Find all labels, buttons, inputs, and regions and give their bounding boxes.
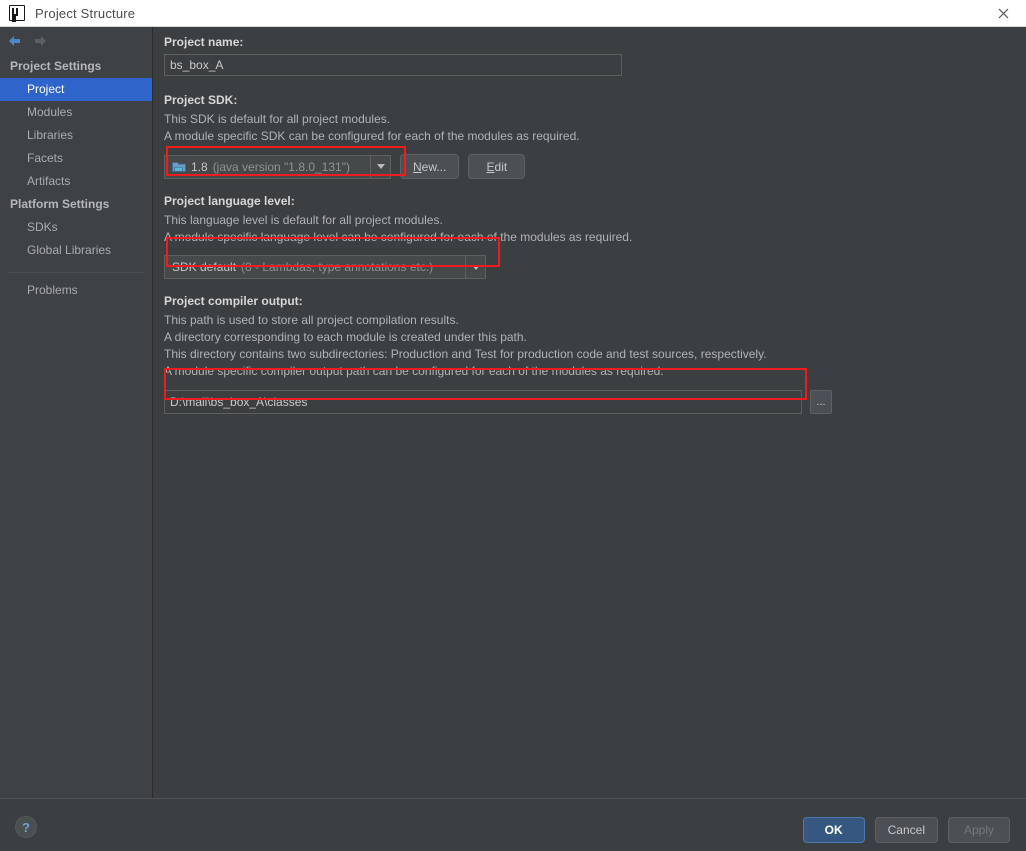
window-title: Project Structure	[35, 5, 136, 21]
project-sdk-desc-2: A module specific SDK can be configured …	[164, 129, 580, 143]
window-title-bar: Project Structure	[0, 0, 1026, 27]
browse-ellipsis-icon: ...	[816, 396, 826, 408]
sidebar-item-problems[interactable]: Problems	[0, 279, 152, 302]
new-sdk-button-mnemonic: N	[413, 159, 422, 174]
compiler-output-desc-4: A module specific compiler output path c…	[164, 364, 664, 378]
sidebar-item-global-libraries[interactable]: Global Libraries	[0, 239, 152, 262]
project-name-group: Project name:	[154, 34, 1026, 76]
sdk-folder-icon	[172, 161, 186, 172]
compiler-output-desc-3: This directory contains two subdirectori…	[164, 347, 767, 361]
project-sdk-label: Project SDK:	[164, 93, 238, 107]
chevron-down-icon	[376, 164, 385, 169]
edit-sdk-button-label: dit	[494, 159, 508, 174]
close-button[interactable]	[981, 0, 1026, 26]
sidebar-divider	[8, 272, 144, 273]
language-level-value: SDK default	[172, 260, 237, 274]
dialog-footer: ? OK Cancel Apply	[0, 798, 1026, 851]
project-sdk-combo-arrow[interactable]	[370, 155, 390, 178]
project-settings-panel: Project name: Project SDK: This SDK is d…	[154, 27, 1026, 798]
edit-sdk-button[interactable]: Edit	[468, 154, 526, 179]
dialog-action-buttons: OK Cancel Apply	[802, 817, 1010, 843]
compiler-output-desc-1: This path is used to store all project c…	[164, 313, 459, 327]
compiler-output-input[interactable]	[164, 390, 802, 414]
compiler-output-desc-2: A directory corresponding to each module…	[164, 330, 527, 344]
apply-button: Apply	[948, 817, 1010, 843]
project-name-input[interactable]	[164, 54, 622, 76]
arrow-back-icon[interactable]	[7, 34, 22, 48]
arrow-forward-icon	[35, 36, 46, 46]
language-level-group: Project language level: This language le…	[154, 193, 1026, 279]
chevron-down-icon	[471, 264, 480, 270]
close-icon	[998, 8, 1009, 18]
language-level-combo-value: SDK default (8 - Lambdas, type annotatio…	[165, 260, 465, 274]
edit-sdk-button-mnemonic: E	[486, 159, 495, 174]
navigation-arrows	[0, 27, 152, 55]
cancel-button[interactable]: Cancel	[874, 817, 938, 843]
compiler-output-group: Project compiler output: This path is us…	[154, 293, 1026, 414]
sidebar-item-libraries[interactable]: Libraries	[0, 124, 152, 147]
sidebar-item-project[interactable]: Project	[0, 78, 152, 101]
project-sdk-row: 1.8 (java version "1.8.0_131") New... Ed…	[164, 154, 1026, 179]
compiler-output-row: ...	[164, 390, 1026, 414]
project-name-label: Project name:	[164, 35, 244, 49]
language-level-desc-1: This language level is default for all p…	[164, 213, 443, 227]
language-level-row: SDK default (8 - Lambdas, type annotatio…	[164, 255, 1026, 279]
project-sdk-combo[interactable]: 1.8 (java version "1.8.0_131")	[164, 154, 391, 179]
language-level-combo-arrow[interactable]	[465, 256, 485, 278]
sidebar-section-platform-settings: Platform Settings	[10, 197, 110, 211]
help-question-icon: ?	[22, 819, 30, 835]
sidebar-item-artifacts[interactable]: Artifacts	[0, 170, 152, 193]
project-sdk-group: Project SDK: This SDK is default for all…	[154, 92, 1026, 179]
project-sdk-version-detail: (java version "1.8.0_131")	[212, 159, 350, 174]
help-button[interactable]: ?	[15, 816, 37, 838]
project-sdk-version: 1.8	[191, 159, 208, 174]
sidebar-item-facets[interactable]: Facets	[0, 147, 152, 170]
language-level-value-detail: (8 - Lambdas, type annotations etc.)	[241, 260, 434, 274]
compiler-output-label: Project compiler output:	[164, 294, 303, 308]
sidebar-section-project-settings: Project Settings	[10, 59, 102, 73]
sidebar-item-modules[interactable]: Modules	[0, 101, 152, 124]
language-level-combo[interactable]: SDK default (8 - Lambdas, type annotatio…	[164, 255, 486, 279]
compiler-output-browse-button[interactable]: ...	[810, 390, 832, 414]
project-sdk-desc-1: This SDK is default for all project modu…	[164, 112, 391, 126]
new-sdk-button-label: ew...	[421, 159, 447, 174]
sidebar-item-sdks[interactable]: SDKs	[0, 216, 152, 239]
project-sdk-combo-value: 1.8 (java version "1.8.0_131")	[165, 160, 370, 174]
intellij-idea-logo	[9, 5, 25, 21]
language-level-desc-2: A module specific language level can be …	[164, 230, 633, 244]
ok-button[interactable]: OK	[802, 817, 865, 843]
language-level-label: Project language level:	[164, 194, 295, 208]
new-sdk-button[interactable]: New...	[400, 154, 460, 179]
settings-sidebar: Project Settings Project Modules Librari…	[0, 27, 153, 798]
